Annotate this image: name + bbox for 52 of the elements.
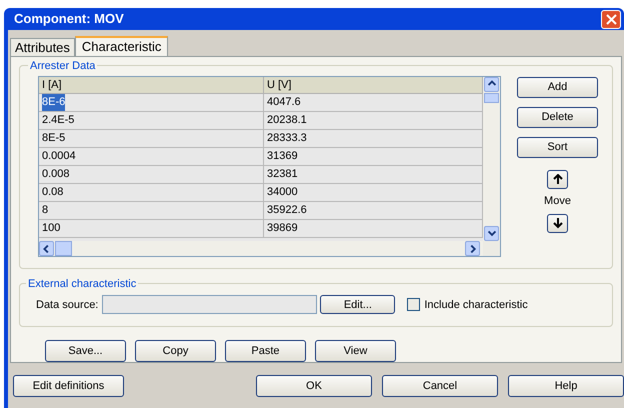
table-cell-text: 2.4E-5 bbox=[42, 113, 74, 128]
dialog-button[interactable]: Cancel bbox=[382, 375, 498, 397]
checkbox-label: Include characteristic bbox=[424, 298, 528, 313]
table-cell-text: 0.008 bbox=[42, 167, 70, 182]
table-cell-text: 0.0004 bbox=[42, 149, 76, 164]
horizontal-scrollbar[interactable] bbox=[39, 241, 483, 256]
down-arrow-icon bbox=[552, 218, 562, 228]
scroll-down-icon[interactable] bbox=[484, 226, 499, 241]
table-cell-text: 34000 bbox=[267, 185, 298, 200]
action-button[interactable]: Save... bbox=[45, 340, 126, 362]
table-cell-text: 20238.1 bbox=[267, 113, 307, 128]
up-arrow-icon bbox=[552, 174, 562, 185]
side-button[interactable]: Add bbox=[517, 77, 598, 98]
scroll-thumb[interactable] bbox=[55, 241, 72, 256]
dialog-button[interactable]: Help bbox=[508, 375, 624, 397]
action-button[interactable]: Copy bbox=[135, 340, 216, 362]
side-button[interactable]: Delete bbox=[517, 107, 598, 128]
table-cell-text: 8 bbox=[42, 203, 48, 218]
edit-button[interactable]: Edit... bbox=[320, 295, 396, 314]
scroll-up-icon[interactable] bbox=[484, 77, 499, 92]
edit-definitions-button[interactable]: Edit definitions bbox=[13, 375, 124, 397]
table-cell-text: 31369 bbox=[267, 149, 298, 164]
close-button[interactable] bbox=[601, 10, 621, 28]
field-label: Data source: bbox=[36, 298, 98, 313]
tab[interactable]: Characteristic bbox=[74, 36, 168, 56]
table-cell-text: 35922.6 bbox=[267, 203, 307, 218]
move-down-button[interactable] bbox=[547, 214, 568, 232]
move-label: Move bbox=[544, 194, 571, 209]
scroll-left-icon[interactable] bbox=[39, 241, 54, 256]
close-icon bbox=[606, 14, 616, 24]
vertical-scrollbar[interactable] bbox=[483, 77, 500, 241]
scroll-thumb[interactable] bbox=[484, 93, 499, 103]
table-cell-text: 4047.6 bbox=[267, 95, 301, 110]
data-source-field[interactable] bbox=[102, 295, 318, 314]
table-cell-text: 39869 bbox=[267, 221, 298, 236]
tab[interactable]: Attributes bbox=[10, 38, 75, 56]
move-up-button[interactable] bbox=[547, 170, 568, 189]
action-button[interactable]: Paste bbox=[225, 340, 306, 362]
include-checkbox[interactable] bbox=[407, 298, 420, 312]
window-title: Component: MOV bbox=[14, 10, 124, 28]
table-cell-text: 8E-5 bbox=[42, 131, 66, 146]
side-button[interactable]: Sort bbox=[517, 137, 598, 158]
action-button[interactable]: View bbox=[315, 340, 396, 362]
table-cell: 8E-6 bbox=[42, 94, 66, 111]
dialog-button[interactable]: OK bbox=[256, 375, 372, 397]
table-cell-text: 100 bbox=[42, 221, 60, 236]
column-header: U [V] bbox=[264, 77, 483, 94]
table-cell-text: 28333.3 bbox=[267, 131, 307, 146]
scroll-right-icon[interactable] bbox=[465, 241, 480, 256]
column-header: I [A] bbox=[39, 77, 264, 94]
table-cell-text: 32381 bbox=[267, 167, 298, 182]
table-cell-text: 0.08 bbox=[42, 185, 64, 200]
